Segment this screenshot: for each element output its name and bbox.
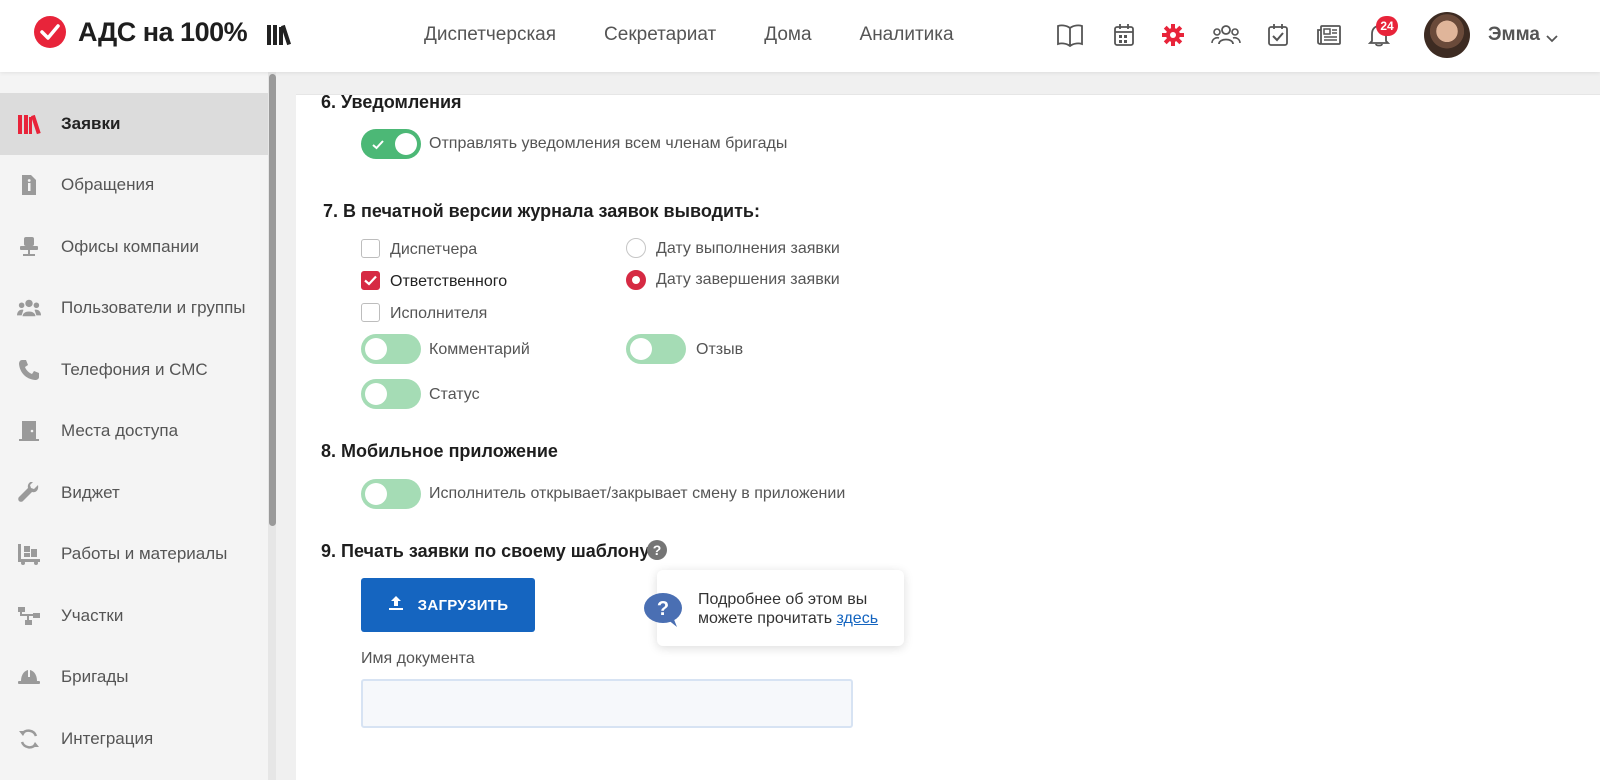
responsible-label: Ответственного <box>390 273 508 290</box>
completion-date-label: Дату завершения заявки <box>656 271 840 288</box>
tooltip-text: Подробнее об этом вы можете прочитать зд… <box>698 590 898 628</box>
main-nav: Диспетчерская Секретариат Дома Аналитика <box>424 24 1002 46</box>
shift-toggle[interactable] <box>361 479 421 509</box>
sidebar-item-label: Места доступа <box>61 421 179 440</box>
calendar-icon[interactable] <box>1109 20 1139 50</box>
sidebar-item-label: Участки <box>61 606 124 625</box>
check-icon <box>372 137 384 155</box>
sidebar-item-appeals[interactable]: Обращения <box>0 154 268 216</box>
sitemap-icon <box>17 604 41 628</box>
phone-icon <box>17 358 41 382</box>
logo-text: АДС на 100% <box>78 16 248 47</box>
executor-checkbox[interactable] <box>361 303 380 322</box>
sidebar-item-access[interactable]: Места доступа <box>0 400 268 462</box>
shift-label: Исполнитель открывает/закрывает смену в … <box>429 485 846 502</box>
question-bubble-icon: ? <box>643 592 683 628</box>
sidebar-item-label: Работы и материалы <box>61 544 228 563</box>
upload-button[interactable]: ЗАГРУЗИТЬ <box>361 578 535 632</box>
review-toggle[interactable] <box>626 334 686 364</box>
news-icon[interactable] <box>1314 20 1344 50</box>
help-icon[interactable]: ? <box>647 540 667 560</box>
sidebar-item-brigades[interactable]: Бригады <box>0 646 268 708</box>
comment-label: Комментарий <box>429 341 530 358</box>
sidebar-item-label: Обращения <box>61 175 155 194</box>
document-name-label: Имя документа <box>361 650 475 667</box>
notification-badge: 24 <box>1376 16 1398 36</box>
section-notifications-title: 6. Уведомления <box>321 92 462 112</box>
hard-hat-icon <box>17 665 41 689</box>
sidebar: Заявки Обращения Офисы компании Пользова… <box>0 72 268 780</box>
review-label: Отзыв <box>696 341 744 358</box>
tooltip-here-link[interactable]: здесь <box>836 610 878 627</box>
toggle-knob <box>395 133 417 155</box>
door-icon <box>17 419 41 443</box>
logo-check-icon <box>34 16 66 48</box>
svg-text:?: ? <box>657 598 669 620</box>
sidebar-item-requests[interactable]: Заявки <box>0 93 268 155</box>
office-chair-icon <box>17 235 41 259</box>
upload-button-label: ЗАГРУЗИТЬ <box>417 596 509 614</box>
sidebar-item-integration[interactable]: Интеграция <box>0 708 268 770</box>
sidebar-item-label: Интеграция <box>61 729 154 748</box>
checklist-icon[interactable] <box>1263 20 1293 50</box>
book-icon[interactable] <box>1055 20 1085 50</box>
nav-analytics[interactable]: Аналитика <box>860 24 954 46</box>
upload-icon <box>388 595 404 616</box>
sidebar-item-label: Пользователи и группы <box>61 298 246 317</box>
settings-gear-icon[interactable] <box>1158 20 1188 50</box>
sidebar-item-label: Телефония и СМС <box>61 360 208 379</box>
sidebar-item-districts[interactable]: Участки <box>0 585 268 647</box>
chevron-down-icon[interactable] <box>1546 30 1558 48</box>
execution-date-radio[interactable] <box>626 238 646 258</box>
sidebar-item-widget[interactable]: Виджет <box>0 462 268 524</box>
notify-all-label: Отправлять уведомления всем членам брига… <box>429 135 788 152</box>
users-icon[interactable] <box>1211 20 1241 50</box>
completion-date-radio[interactable] <box>626 270 646 290</box>
comment-toggle[interactable] <box>361 334 421 364</box>
status-label: Статус <box>429 386 480 403</box>
dispatcher-label: Диспетчера <box>390 241 478 258</box>
section-template-title: 9. Печать заявки по своему шаблону <box>321 541 650 561</box>
toggle-knob <box>365 383 387 405</box>
users-group-icon <box>17 296 41 320</box>
toggle-knob <box>365 483 387 505</box>
requests-icon <box>17 112 41 136</box>
section-mobile-title: 8. Мобильное приложение <box>321 441 558 461</box>
nav-houses[interactable]: Дома <box>764 24 811 46</box>
settings-panel <box>296 94 1600 780</box>
dolly-icon <box>17 542 41 566</box>
sidebar-item-users[interactable]: Пользователи и группы <box>0 277 268 339</box>
user-avatar[interactable] <box>1424 12 1470 58</box>
notify-all-toggle[interactable] <box>361 129 421 159</box>
nav-secretariat[interactable]: Секретариат <box>604 24 716 46</box>
wrench-icon <box>17 481 41 505</box>
sidebar-item-offices[interactable]: Офисы компании <box>0 216 268 278</box>
document-name-input[interactable] <box>361 679 853 728</box>
sidebar-scrollbar-thumb[interactable] <box>269 74 276 526</box>
dispatcher-checkbox[interactable] <box>361 239 380 258</box>
sync-icon <box>17 727 41 751</box>
executor-label: Исполнителя <box>390 305 488 322</box>
toggle-knob <box>365 338 387 360</box>
sidebar-item-works[interactable]: Работы и материалы <box>0 523 268 585</box>
sidebar-item-label: Офисы компании <box>61 237 199 256</box>
sidebar-item-label: Виджет <box>61 483 120 502</box>
document-info-icon <box>17 173 41 197</box>
top-header: АДС на 100% Диспетчерская Секретариат До… <box>0 0 1600 72</box>
sidebar-item-label: Бригады <box>61 667 129 686</box>
toggle-knob <box>630 338 652 360</box>
section-print-title: 7. В печатной версии журнала заявок выво… <box>323 201 760 221</box>
execution-date-label: Дату выполнения заявки <box>656 240 840 257</box>
nav-dispatch[interactable]: Диспетчерская <box>424 24 556 46</box>
user-name[interactable]: Эмма <box>1488 24 1540 46</box>
library-books-icon[interactable] <box>266 22 292 51</box>
sidebar-item-telephony[interactable]: Телефония и СМС <box>0 339 268 401</box>
app-logo[interactable]: АДС на 100% <box>34 16 248 48</box>
status-toggle[interactable] <box>361 379 421 409</box>
responsible-checkbox[interactable] <box>361 271 380 290</box>
sidebar-item-label: Заявки <box>61 114 121 133</box>
